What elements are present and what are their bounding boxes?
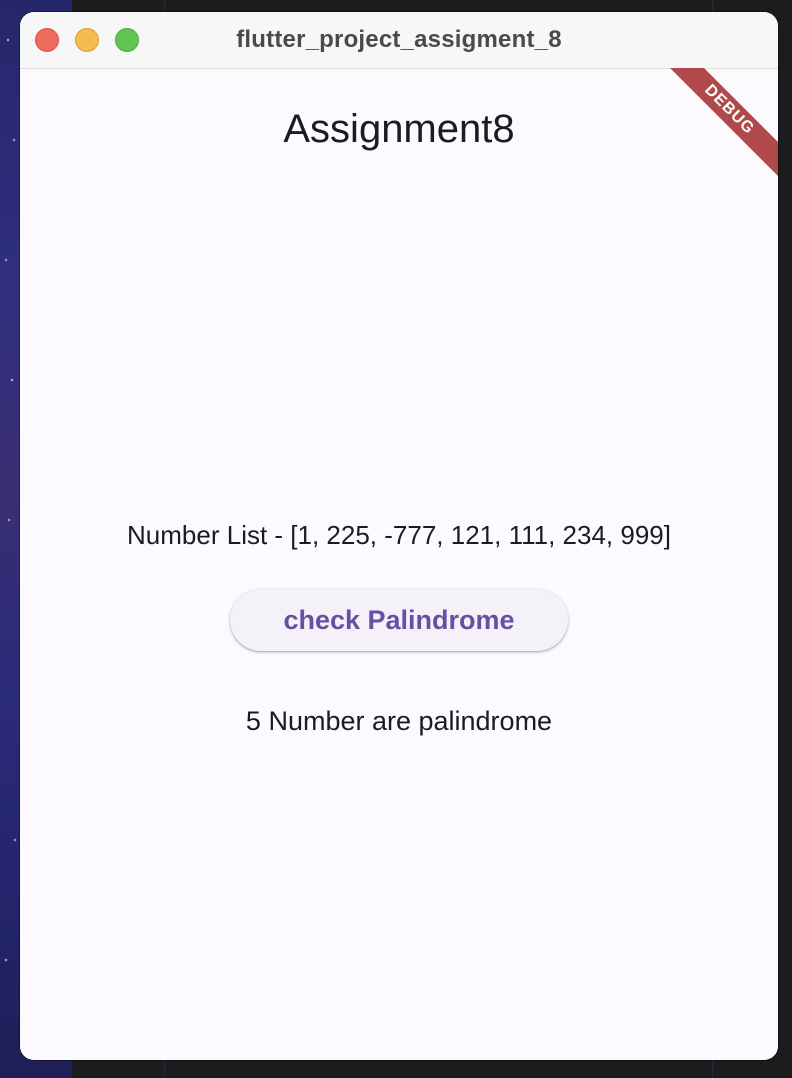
window-title: flutter_project_assigment_8 bbox=[236, 26, 562, 53]
number-list-text: Number List - [1, 225, -777, 121, 111, 2… bbox=[127, 520, 671, 550]
check-palindrome-button[interactable]: check Palindrome bbox=[230, 589, 568, 651]
debug-banner-container: DEBUG bbox=[658, 68, 778, 188]
window-titlebar[interactable]: flutter_project_assigment_8 bbox=[20, 12, 778, 69]
debug-banner: DEBUG bbox=[660, 68, 778, 179]
app-content: Assignment8 Number List - [1, 225, -777,… bbox=[20, 69, 778, 1060]
palindrome-result-text: 5 Number are palindrome bbox=[245, 706, 553, 736]
app-window: flutter_project_assigment_8 Assignment8 … bbox=[20, 12, 778, 1060]
